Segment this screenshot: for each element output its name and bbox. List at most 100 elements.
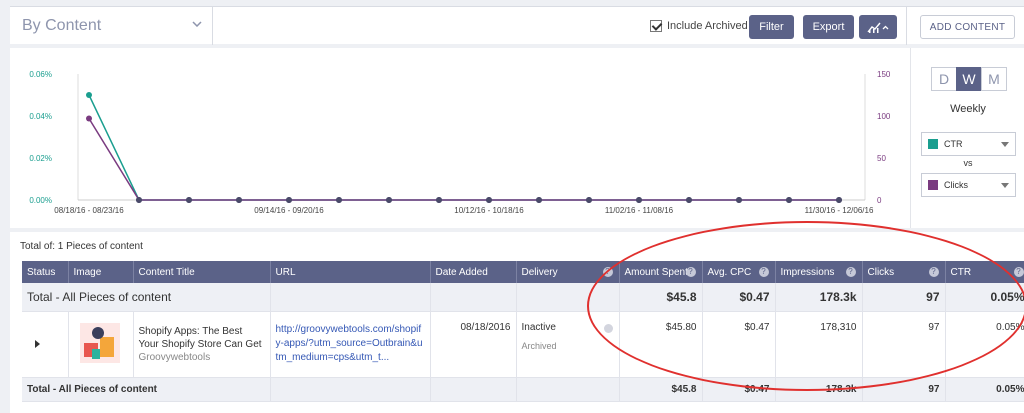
col-ctr[interactable]: CTR? xyxy=(945,261,1024,283)
content-source: Groovywebtools xyxy=(138,351,211,363)
table-row[interactable]: Shopify Apps: The Best Your Shopify Stor… xyxy=(22,311,1024,378)
col-clicks[interactable]: Clicks? xyxy=(862,261,946,283)
col-delivery[interactable]: Delivery? xyxy=(516,261,620,283)
amount-spent: $45.80 xyxy=(619,311,703,378)
footer-total-row: Total - All Pieces of content $45.8 $0.4… xyxy=(22,376,1024,402)
export-button[interactable]: Export xyxy=(803,15,854,39)
series-line-clicks xyxy=(88,118,839,201)
col-impressions[interactable]: Impressions? xyxy=(775,261,863,283)
period-label: Weekly xyxy=(950,103,986,115)
content-url-link[interactable]: http://groovywebtools.com/shopify-apps/?… xyxy=(276,323,425,365)
footer-clicks: 97 xyxy=(862,376,946,402)
data-point-clicks xyxy=(286,197,292,203)
col-impressions-label: Impressions xyxy=(780,266,835,278)
total-cpc: $0.47 xyxy=(702,283,776,312)
data-point-clicks xyxy=(586,197,592,203)
data-point-clicks xyxy=(686,197,692,203)
include-archived-label: Include Archived xyxy=(667,20,748,32)
col-clicks-label: Clicks xyxy=(867,266,895,278)
col-amount[interactable]: Amount Spent? xyxy=(619,261,703,283)
include-archived[interactable]: Include Archived xyxy=(650,20,748,32)
total-amount: $45.8 xyxy=(619,283,703,312)
filter-button[interactable]: Filter xyxy=(749,15,794,39)
delivery-status: Inactive xyxy=(521,321,556,333)
data-point-clicks xyxy=(86,115,92,122)
col-status[interactable]: Status xyxy=(22,261,69,283)
data-point-clicks xyxy=(786,197,792,203)
info-icon[interactable]: ? xyxy=(845,267,856,277)
x-tick-label: 09/14/16 - 09/20/16 xyxy=(254,206,324,215)
view-select-label: By Content xyxy=(22,17,102,34)
data-point-ctr xyxy=(86,92,92,98)
performance-chart: 0.00% 0.02% 0.04% 0.06% 0 50 100 150 08/18/16 - … xyxy=(29,70,891,215)
chevron-down-icon xyxy=(192,21,202,27)
footer-cpc: $0.47 xyxy=(702,376,776,402)
chart-toggle-button[interactable] xyxy=(859,15,897,39)
toolbar: By Content Include Archived Filter Expor… xyxy=(10,6,1024,45)
content-table-panel: Total of: 1 Pieces of content Status Ima… xyxy=(10,232,1024,413)
chart-panel: 0.00% 0.02% 0.04% 0.06% 0 50 100 150 08/18/16 - … xyxy=(10,48,1024,228)
footer-ctr: 0.05% xyxy=(945,376,1024,402)
x-tick-label: 08/18/16 - 08/23/16 xyxy=(54,206,124,215)
data-point-clicks xyxy=(536,197,542,203)
metric2-select[interactable]: Clicks xyxy=(921,173,1016,197)
left-tick-label: 0.02% xyxy=(29,154,52,163)
col-url[interactable]: URL xyxy=(270,261,431,283)
footer-amount: $45.8 xyxy=(619,376,703,402)
total-row: Total - All Pieces of content $45.8 $0.4… xyxy=(22,283,1024,312)
info-icon[interactable]: ? xyxy=(758,267,769,277)
chart-icon xyxy=(867,22,889,33)
x-tick-label: 11/30/16 - 12/06/16 xyxy=(805,206,874,215)
info-icon[interactable]: ? xyxy=(685,267,696,277)
right-tick-label: 0 xyxy=(877,196,882,205)
left-tick-label: 0.04% xyxy=(29,112,52,121)
series-line-ctr xyxy=(88,94,839,201)
expand-arrow-icon[interactable] xyxy=(35,340,40,348)
info-icon[interactable]: ? xyxy=(1013,267,1024,277)
period-daily-button[interactable]: D xyxy=(931,67,957,91)
period-monthly-button[interactable]: M xyxy=(981,67,1007,91)
content-title[interactable]: Shopify Apps: The Best Your Shopify Stor… xyxy=(139,326,262,350)
vs-label: vs xyxy=(963,158,973,168)
data-point-clicks xyxy=(236,197,242,203)
content-table: Status Image Content Title URL Date Adde… xyxy=(22,261,1024,402)
total-impressions: 178.3k xyxy=(775,283,863,312)
data-point-clicks xyxy=(186,197,192,203)
col-ctr-label: CTR xyxy=(950,266,972,278)
view-select[interactable]: By Content xyxy=(10,7,213,45)
metric1-select[interactable]: CTR xyxy=(921,132,1016,156)
content-thumbnail xyxy=(73,318,126,367)
col-cpc-label: Avg. CPC xyxy=(707,266,752,278)
data-point-clicks xyxy=(386,197,392,203)
col-cpc[interactable]: Avg. CPC? xyxy=(702,261,776,283)
data-point-clicks xyxy=(436,197,442,203)
divider xyxy=(906,7,907,45)
data-point-clicks xyxy=(836,197,842,203)
total-clicks: 97 xyxy=(862,283,946,312)
footer-total-label: Total - All Pieces of content xyxy=(22,376,271,402)
data-point-clicks xyxy=(336,197,342,203)
total-label: Total - All Pieces of content xyxy=(22,283,271,312)
right-tick-label: 50 xyxy=(877,154,886,163)
footer-impressions: 178.3k xyxy=(775,376,863,402)
left-tick-label: 0.06% xyxy=(29,70,52,79)
delivery-substatus: Archived xyxy=(521,340,557,351)
metric2-label: Clicks xyxy=(944,180,968,190)
right-tick-label: 150 xyxy=(877,70,891,79)
col-date[interactable]: Date Added xyxy=(430,261,517,283)
info-icon[interactable]: ? xyxy=(928,267,939,277)
right-tick-label: 100 xyxy=(877,112,891,121)
x-tick-label: 10/12/16 - 10/18/16 xyxy=(454,206,524,215)
info-icon[interactable]: ? xyxy=(602,267,613,277)
chart-controls: D W M Weekly CTR vs Clicks xyxy=(910,48,1024,228)
impressions: 178,310 xyxy=(775,311,863,378)
col-title[interactable]: Content Title xyxy=(133,261,271,283)
add-content-button[interactable]: ADD CONTENT xyxy=(920,15,1015,39)
caret-down-icon xyxy=(1001,183,1009,188)
include-archived-checkbox[interactable] xyxy=(650,20,662,32)
period-weekly-button[interactable]: W xyxy=(956,67,982,91)
caret-down-icon xyxy=(1001,142,1009,147)
delivery-info-icon[interactable] xyxy=(603,323,613,333)
col-image[interactable]: Image xyxy=(68,261,134,283)
metric1-swatch xyxy=(928,139,938,149)
